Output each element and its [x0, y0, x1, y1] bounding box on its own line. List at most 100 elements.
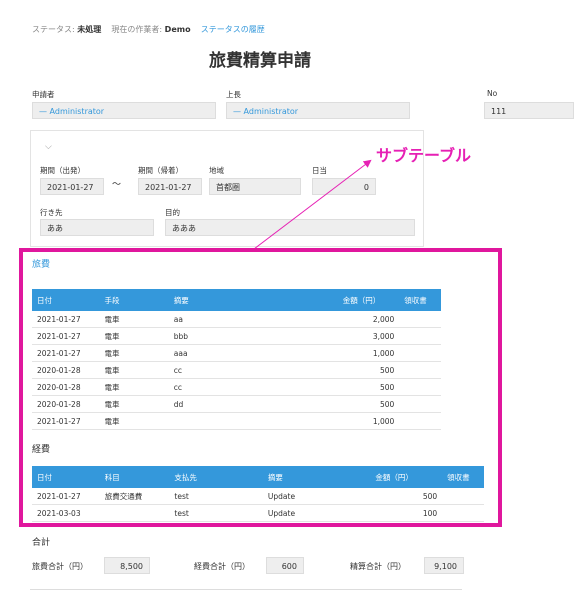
cell-date: 2021-01-27 — [32, 327, 100, 345]
travel-section-title: 旅費 — [32, 260, 51, 270]
period-start-label: 期間（出発） — [40, 166, 85, 175]
table-row[interactable]: 2020-01-28 電車 cc 500 — [32, 378, 441, 396]
expense-header-row: 日付 科目 支払先 摘要 金額（円） 領収書 — [32, 466, 484, 488]
travel-col-receipt: 領収書 — [399, 289, 441, 311]
cell-amount: 500 — [337, 361, 400, 379]
period-end-field[interactable]: 2021-01-27 — [138, 178, 202, 195]
cell-receipt — [399, 412, 441, 430]
cell-summary: Update — [262, 504, 371, 522]
page-title: 旅費精算申請 — [209, 51, 311, 71]
manager-label: 上長 — [226, 90, 241, 99]
travel-col-means: 手段 — [99, 289, 169, 311]
expense-col-date: 日付 — [32, 466, 100, 488]
cell-amount: 500 — [337, 378, 400, 396]
travel-total-field: 8,500 — [104, 557, 150, 574]
cell-summary: aaa — [168, 344, 338, 362]
cell-account — [99, 504, 170, 522]
applicant-label: 申請者 — [32, 90, 55, 99]
travel-col-summary: 摘要 — [168, 289, 338, 311]
period-start-field[interactable]: 2021-01-27 — [40, 178, 104, 195]
cell-means: 電車 — [99, 311, 169, 328]
expense-total-label: 経費合計（円） — [194, 562, 250, 571]
destination-field[interactable]: ああ — [40, 219, 154, 236]
user-icon: — — [233, 107, 241, 116]
period-end-label: 期間（帰着） — [138, 166, 183, 175]
table-row[interactable]: 2021-01-27 電車 aaa 1,000 — [32, 344, 441, 362]
travel-total-label: 旅費合計（円） — [32, 562, 88, 571]
table-row[interactable]: 2021-01-27 電車 1,000 — [32, 412, 441, 430]
tilde: 〜 — [112, 180, 122, 190]
status-label: ステータス: — [32, 25, 75, 34]
table-row[interactable]: 2020-01-28 電車 cc 500 — [32, 361, 441, 379]
cell-receipt — [399, 311, 441, 328]
destination-label: 行き先 — [40, 208, 63, 217]
region-label: 地域 — [209, 166, 224, 175]
manager-value: Administrator — [243, 107, 299, 116]
expense-col-amount: 金額（円） — [370, 466, 443, 488]
cell-means: 電車 — [99, 395, 169, 413]
expense-total-field: 600 — [266, 557, 304, 574]
table-row[interactable]: 2021-01-27 電車 bbb 3,000 — [32, 327, 441, 345]
manager-field[interactable]: — Administrator — [226, 102, 410, 119]
table-row[interactable]: 2021-03-03 test Update 100 — [32, 504, 484, 522]
cell-means: 電車 — [99, 361, 169, 379]
cell-date: 2021-01-27 — [32, 488, 100, 505]
cell-receipt — [442, 504, 484, 522]
cell-summary: cc — [168, 378, 338, 396]
cell-account: 旅費交通費 — [99, 488, 170, 505]
cell-date: 2020-01-28 — [32, 378, 100, 396]
cell-amount: 1,000 — [337, 412, 400, 430]
cell-receipt — [399, 361, 441, 379]
status-bar: ステータス: 未処理 現在の作業者: Demo ステータスの履歴 — [32, 24, 265, 35]
totals-title: 合計 — [32, 538, 51, 548]
cell-payee: test — [169, 488, 263, 505]
subtable-annotation: サブテーブル — [376, 146, 472, 165]
table-row[interactable]: 2021-01-27 旅費交通費 test Update 500 — [32, 488, 484, 505]
cell-date: 2021-01-27 — [32, 311, 100, 328]
cell-amount: 100 — [370, 504, 443, 522]
expense-col-summary: 摘要 — [262, 466, 371, 488]
cell-summary — [168, 412, 338, 430]
chevron-down-icon[interactable]: ⌵ — [45, 142, 52, 152]
cell-amount: 500 — [337, 395, 400, 413]
table-row[interactable]: 2020-01-28 電車 dd 500 — [32, 395, 441, 413]
expense-col-account: 科目 — [99, 466, 170, 488]
worker-value: Demo — [164, 25, 191, 34]
travel-header-row: 日付 手段 摘要 金額（円） 領収書 — [32, 289, 441, 311]
cell-summary: aa — [168, 311, 338, 328]
user-icon: — — [39, 107, 47, 116]
cell-means: 電車 — [99, 378, 169, 396]
cell-means: 電車 — [99, 412, 169, 430]
cell-date: 2021-03-03 — [32, 504, 100, 522]
travel-col-date: 日付 — [32, 289, 100, 311]
no-label: No — [487, 89, 498, 98]
table-row[interactable]: 2021-01-27 電車 aa 2,000 — [32, 311, 441, 328]
cell-receipt — [399, 395, 441, 413]
purpose-label: 目的 — [165, 208, 180, 217]
cell-means: 電車 — [99, 327, 169, 345]
cell-amount: 1,000 — [337, 344, 400, 362]
cell-date: 2021-01-27 — [32, 412, 100, 430]
cell-payee: test — [169, 504, 263, 522]
applicant-field[interactable]: — Administrator — [32, 102, 216, 119]
expense-section-title: 経費 — [32, 445, 51, 455]
cell-date: 2020-01-28 — [32, 361, 100, 379]
cell-amount: 500 — [370, 488, 443, 505]
cell-summary: dd — [168, 395, 338, 413]
expense-col-payee: 支払先 — [169, 466, 263, 488]
cell-amount: 2,000 — [337, 311, 400, 328]
status-history-link[interactable]: ステータスの履歴 — [201, 25, 265, 34]
divider — [30, 589, 462, 590]
no-field[interactable]: 111 — [484, 102, 574, 119]
travel-table: 日付 手段 摘要 金額（円） 領収書 2021-01-27 電車 aa 2,000 2… — [32, 289, 441, 430]
settle-total-field: 9,100 — [424, 557, 464, 574]
travel-col-amount: 金額（円） — [337, 289, 400, 311]
expense-table: 日付 科目 支払先 摘要 金額（円） 領収書 2021-01-27 旅費交通費 te… — [32, 466, 484, 522]
annotation-arrow — [253, 159, 372, 250]
cell-means: 電車 — [99, 344, 169, 362]
cell-receipt — [399, 327, 441, 345]
cell-receipt — [399, 378, 441, 396]
status-value: 未処理 — [77, 25, 102, 34]
cell-receipt — [442, 488, 484, 505]
applicant-value: Administrator — [49, 107, 105, 116]
